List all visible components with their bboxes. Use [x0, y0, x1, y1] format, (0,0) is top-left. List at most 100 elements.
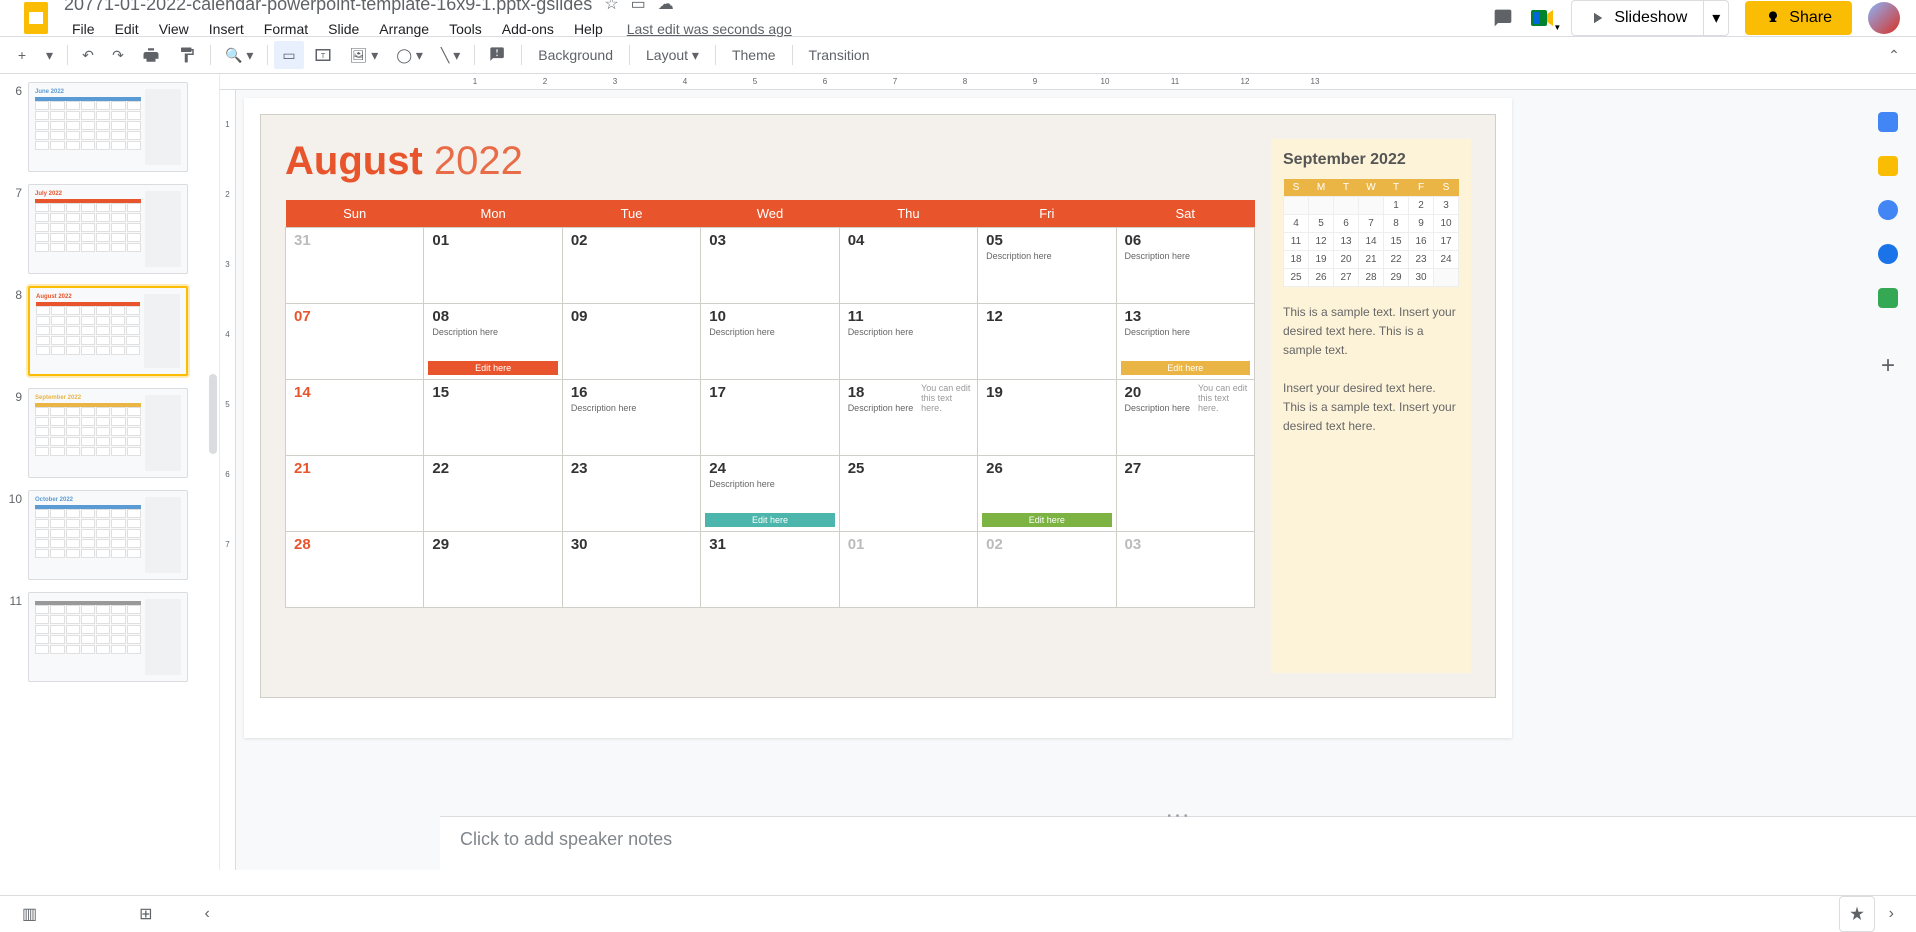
menu-format[interactable]: Format — [256, 17, 316, 41]
theme-button[interactable]: Theme — [722, 41, 786, 69]
slide-thumb-11[interactable]: 11 — [0, 592, 219, 682]
new-slide-button[interactable]: + — [8, 41, 36, 69]
calendar-cell[interactable]: 07 — [286, 304, 424, 380]
comments-icon[interactable] — [1491, 6, 1515, 30]
menu-file[interactable]: File — [64, 17, 103, 41]
calendar-cell[interactable]: 06Description here — [1116, 228, 1254, 304]
slides-logo[interactable] — [16, 0, 56, 38]
calendar-cell[interactable]: 17 — [701, 380, 839, 456]
calendar-cell[interactable]: 29 — [424, 532, 562, 608]
calendar-cell[interactable]: 26Edit here — [978, 456, 1116, 532]
collapse-panel-icon[interactable]: ‹ — [199, 899, 216, 929]
filmstrip-view-icon[interactable]: ▥ — [16, 898, 43, 930]
menu-help[interactable]: Help — [566, 17, 611, 41]
calendar-cell[interactable]: 31 — [286, 228, 424, 304]
document-title[interactable]: 20771-01-2022-calendar-powerpoint-templa… — [64, 0, 592, 15]
slide-thumb-6[interactable]: 6 June 2022 — [0, 82, 219, 172]
scrollbar-thumb[interactable] — [209, 374, 217, 454]
calendar-cell[interactable]: 27 — [1116, 456, 1254, 532]
shape-tool[interactable]: ◯ ▾ — [388, 41, 431, 69]
calendar-cell[interactable]: 11Description here — [839, 304, 977, 380]
slide-canvas[interactable]: August 2022 SunMonTueWedThuFriSat 310102… — [244, 98, 1512, 738]
menu-edit[interactable]: Edit — [107, 17, 147, 41]
keep-addon-icon[interactable] — [1878, 156, 1898, 176]
calendar-cell[interactable]: 09 — [562, 304, 700, 380]
calendar-cell[interactable]: 04 — [839, 228, 977, 304]
menu-tools[interactable]: Tools — [441, 17, 490, 41]
slide-thumb-7[interactable]: 7 July 2022 — [0, 184, 219, 274]
calendar-cell[interactable]: 01 — [839, 532, 977, 608]
calendar-cell[interactable]: 14 — [286, 380, 424, 456]
add-addon-icon[interactable]: + — [1881, 352, 1895, 380]
calendar-title[interactable]: August 2022 — [285, 139, 1255, 184]
new-slide-dropdown[interactable]: ▾ — [38, 41, 61, 69]
calendar-cell[interactable]: 23 — [562, 456, 700, 532]
calendar-cell[interactable]: 19 — [978, 380, 1116, 456]
menu-view[interactable]: View — [151, 17, 197, 41]
calendar-cell[interactable]: 05Description here — [978, 228, 1116, 304]
slideshow-button[interactable]: Slideshow ▾ — [1571, 0, 1729, 36]
speaker-notes[interactable]: • • • Click to add speaker notes — [440, 816, 1916, 870]
select-tool[interactable]: ▭ — [274, 41, 303, 69]
account-avatar[interactable] — [1868, 2, 1900, 34]
notes-drag-handle[interactable]: • • • — [1167, 811, 1188, 822]
undo-button[interactable]: ↶ — [74, 41, 102, 69]
calendar-cell[interactable]: 03 — [701, 228, 839, 304]
maps-addon-icon[interactable] — [1878, 288, 1898, 308]
explore-button[interactable] — [1839, 896, 1875, 932]
calendar-table[interactable]: SunMonTueWedThuFriSat 310102030405Descri… — [285, 200, 1255, 608]
calendar-cell[interactable]: 12 — [978, 304, 1116, 380]
slide-thumb-8[interactable]: 8 August 2022 — [0, 286, 219, 376]
collapse-toolbar-icon[interactable]: ⌃ — [1880, 41, 1908, 69]
last-edit-link[interactable]: Last edit was seconds ago — [627, 21, 792, 37]
calendar-addon-icon[interactable] — [1878, 112, 1898, 132]
calendar-cell[interactable]: 08Description hereEdit here — [424, 304, 562, 380]
calendar-cell[interactable]: 02 — [562, 228, 700, 304]
calendar-cell[interactable]: 15 — [424, 380, 562, 456]
meet-icon[interactable]: ▼ — [1531, 6, 1555, 30]
tasks-addon-icon[interactable] — [1878, 200, 1898, 220]
calendar-cell[interactable]: 02 — [978, 532, 1116, 608]
calendar-cell[interactable]: 30 — [562, 532, 700, 608]
calendar-cell[interactable]: 18You can edit this text here.Descriptio… — [839, 380, 977, 456]
side-panel-toggle[interactable]: › — [1883, 899, 1900, 929]
cloud-icon[interactable]: ☁ — [658, 0, 674, 14]
contacts-addon-icon[interactable] — [1878, 244, 1898, 264]
slideshow-dropdown[interactable]: ▾ — [1703, 1, 1728, 35]
slide-thumb-10[interactable]: 10 October 2022 — [0, 490, 219, 580]
line-tool[interactable]: ╲ ▾ — [433, 41, 468, 69]
move-icon[interactable]: ▭ — [631, 0, 646, 14]
calendar-sidebar[interactable]: September 2022 SMTWTFS ....1234567891011… — [1271, 139, 1471, 673]
calendar-cell[interactable]: 31 — [701, 532, 839, 608]
calendar-cell[interactable]: 03 — [1116, 532, 1254, 608]
menu-add-ons[interactable]: Add-ons — [494, 17, 562, 41]
image-tool[interactable]: 🖼 ▾ — [342, 41, 387, 69]
background-button[interactable]: Background — [528, 41, 623, 69]
menu-slide[interactable]: Slide — [320, 17, 367, 41]
canvas-area[interactable]: 12345678910111213 1234567 August 2022 Su… — [220, 74, 1916, 870]
calendar-cell[interactable]: 25 — [839, 456, 977, 532]
calendar-cell[interactable]: 28 — [286, 532, 424, 608]
calendar-cell[interactable]: 16Description here — [562, 380, 700, 456]
star-icon[interactable]: ☆ — [604, 0, 618, 14]
menu-insert[interactable]: Insert — [201, 17, 252, 41]
calendar-cell[interactable]: 01 — [424, 228, 562, 304]
transition-button[interactable]: Transition — [799, 41, 880, 69]
textbox-tool[interactable]: T — [306, 41, 340, 69]
comment-tool[interactable]: + — [481, 41, 515, 69]
redo-button[interactable]: ↷ — [104, 41, 132, 69]
calendar-cell[interactable]: 24Description hereEdit here — [701, 456, 839, 532]
calendar-cell[interactable]: 21 — [286, 456, 424, 532]
paint-format-button[interactable] — [170, 41, 204, 69]
layout-button[interactable]: Layout ▾ — [636, 41, 709, 70]
calendar-cell[interactable]: 13Description hereEdit here — [1116, 304, 1254, 380]
zoom-button[interactable]: 🔍 ▾ — [217, 41, 261, 69]
print-button[interactable] — [134, 41, 168, 69]
calendar-cell[interactable]: 20You can edit this text here.Descriptio… — [1116, 380, 1254, 456]
grid-view-icon[interactable]: ⊞ — [133, 898, 158, 930]
calendar-cell[interactable]: 10Description here — [701, 304, 839, 380]
share-button[interactable]: Share — [1745, 1, 1852, 35]
slide-panel[interactable]: 6 June 2022 7 July 2022 8 — [0, 74, 220, 870]
slide-thumb-9[interactable]: 9 September 2022 — [0, 388, 219, 478]
calendar-cell[interactable]: 22 — [424, 456, 562, 532]
